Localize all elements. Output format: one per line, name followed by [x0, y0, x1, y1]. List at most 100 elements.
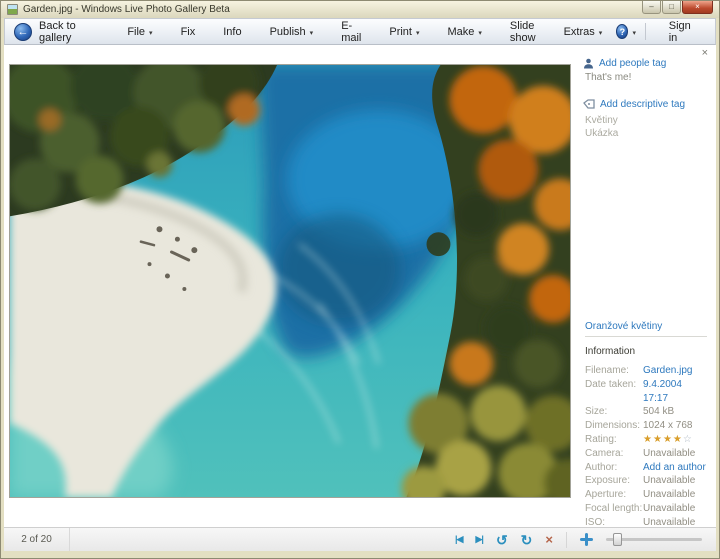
menu-item-info[interactable]: Info	[209, 19, 255, 44]
menu-item-extras[interactable]: Extras ▾	[550, 19, 617, 44]
zoom-slider[interactable]	[606, 533, 702, 546]
info-field-value[interactable]: 9.4.2004 17:17	[643, 378, 707, 406]
star-icon[interactable]: ★	[643, 434, 653, 445]
thats-me-link[interactable]: That's me!	[585, 72, 715, 83]
chevron-down-icon: ▾	[478, 29, 482, 37]
chevron-down-icon: ▾	[149, 29, 153, 37]
menu-item-label: Extras	[564, 26, 595, 38]
navigation-controls: |◀ ▶| ↺ ↻ ×	[455, 528, 702, 551]
menu-item-print[interactable]: Print ▾	[375, 19, 433, 44]
menu-item-publish[interactable]: Publish▾	[256, 19, 328, 44]
next-button[interactable]: ▶|	[475, 535, 482, 544]
information-rows: Filename:Garden.jpgDate taken:9.4.2004 1…	[585, 364, 707, 530]
chevron-down-icon: ▾	[416, 29, 420, 37]
menu-item-label: Publish	[270, 26, 306, 38]
descriptive-tag-block: Add descriptive tag KvětinyUkázka	[579, 99, 715, 140]
info-field-value: 504 kB	[643, 405, 674, 419]
menu-item-make[interactable]: Make▾	[434, 19, 496, 44]
info-field-value: Unavailable	[643, 447, 695, 461]
chevron-down-icon: ▾	[599, 29, 603, 37]
menu-item-fix[interactable]: Fix	[167, 19, 210, 44]
zoom-icon[interactable]	[580, 533, 593, 546]
controls-separator	[566, 532, 567, 548]
back-to-gallery-button[interactable]: ← Back to gallery	[5, 20, 113, 44]
information-section: Information Filename:Garden.jpgDate take…	[585, 336, 707, 530]
info-row: Exposure:Unavailable	[585, 474, 707, 488]
info-field-value: Unavailable	[643, 474, 695, 488]
add-descriptive-tag-button[interactable]: Add descriptive tag	[583, 99, 715, 110]
rating-stars[interactable]: ★★★★☆	[643, 433, 693, 447]
chevron-down-icon[interactable]: ▾	[632, 29, 636, 37]
info-row: Rating:★★★★☆	[585, 433, 707, 447]
title-bar[interactable]: Garden.jpg - Windows Live Photo Gallery …	[1, 1, 719, 18]
river-photo-illustration	[10, 65, 570, 497]
add-people-tag-button[interactable]: Add people tag	[583, 58, 715, 69]
info-field-label: Dimensions:	[585, 419, 643, 433]
status-bar: 2 of 20 |◀ ▶| ↺ ↻ ×	[4, 527, 716, 551]
window-controls: –□×	[642, 1, 713, 14]
help-icon[interactable]: ?	[616, 24, 628, 39]
menu-item-label: Slide show	[510, 20, 536, 44]
tag-item[interactable]: Ukázka	[585, 127, 715, 140]
add-descriptive-tag-label: Add descriptive tag	[600, 99, 685, 110]
star-icon[interactable]: ★	[663, 434, 673, 445]
menu-item-label: Info	[223, 26, 241, 38]
window-title: Garden.jpg - Windows Live Photo Gallery …	[23, 4, 230, 15]
star-icon[interactable]: ★	[673, 434, 683, 445]
info-row: Author:Add an author	[585, 461, 707, 475]
menu-right-group: ? ▾ Sign in	[616, 20, 715, 44]
info-field-label: Size:	[585, 405, 643, 419]
info-row: Size:504 kB	[585, 405, 707, 419]
minimize-button[interactable]: –	[642, 1, 661, 14]
menu-item-label: Print	[389, 26, 412, 38]
photo-position-indicator: 2 of 20	[4, 528, 70, 551]
menu-item-email[interactable]: E-mail	[327, 19, 375, 44]
rotate-counterclockwise-button[interactable]: ↺	[496, 533, 508, 547]
info-row: Camera:Unavailable	[585, 447, 707, 461]
menu-separator	[645, 23, 646, 40]
info-field-label: Exposure:	[585, 474, 643, 488]
menu-item-file[interactable]: File▾	[113, 19, 166, 44]
info-field-label: Focal length:	[585, 502, 643, 516]
menu-items: File▾FixInfoPublish▾E-mailPrint▾Make▾Sli…	[113, 19, 616, 44]
photo-view[interactable]	[9, 64, 571, 498]
menu-item-slide-show[interactable]: Slide show	[496, 19, 550, 44]
information-header: Information	[585, 346, 707, 357]
star-icon[interactable]: ☆	[683, 434, 693, 445]
previous-button[interactable]: |◀	[455, 535, 462, 544]
add-people-tag-label: Add people tag	[599, 58, 666, 69]
caption-link[interactable]: Oranžové květiny	[585, 321, 662, 332]
menu-item-label: E-mail	[341, 20, 361, 44]
rotate-clockwise-button[interactable]: ↻	[521, 533, 533, 547]
menu-item-label: Fix	[181, 26, 196, 38]
info-field-value[interactable]: Add an author	[643, 461, 706, 475]
tag-icon	[583, 99, 595, 110]
back-arrow-icon: ←	[14, 23, 32, 41]
info-field-label: Camera:	[585, 447, 643, 461]
info-row: Focal length:Unavailable	[585, 502, 707, 516]
menu-item-label: Make	[448, 26, 475, 38]
close-button[interactable]: ×	[682, 1, 713, 14]
tag-item[interactable]: Květiny	[585, 114, 715, 127]
info-field-value[interactable]: Garden.jpg	[643, 364, 692, 378]
close-pane-icon[interactable]: ×	[702, 48, 708, 59]
info-field-label: Rating:	[585, 433, 643, 447]
info-field-label: Aperture:	[585, 488, 643, 502]
info-field-label: Filename:	[585, 364, 643, 378]
info-field-value: Unavailable	[643, 488, 695, 502]
menu-bar: ← Back to gallery File▾FixInfoPublish▾E-…	[4, 18, 716, 45]
maximize-button[interactable]: □	[662, 1, 681, 14]
delete-button[interactable]: ×	[545, 533, 553, 546]
info-field-label: Date taken:	[585, 378, 643, 406]
sign-in-button[interactable]: Sign in	[655, 20, 709, 44]
zoom-slider-thumb[interactable]	[613, 533, 622, 546]
photo-gallery-window: Garden.jpg - Windows Live Photo Gallery …	[0, 0, 720, 559]
info-field-label: Author:	[585, 461, 643, 475]
person-icon	[583, 58, 594, 69]
info-row: Aperture:Unavailable	[585, 488, 707, 502]
info-field-value: 1024 x 768	[643, 419, 693, 433]
star-icon[interactable]: ★	[653, 434, 663, 445]
info-row: Date taken:9.4.2004 17:17	[585, 378, 707, 406]
info-row: Filename:Garden.jpg	[585, 364, 707, 378]
tag-list: KvětinyUkázka	[585, 114, 715, 140]
